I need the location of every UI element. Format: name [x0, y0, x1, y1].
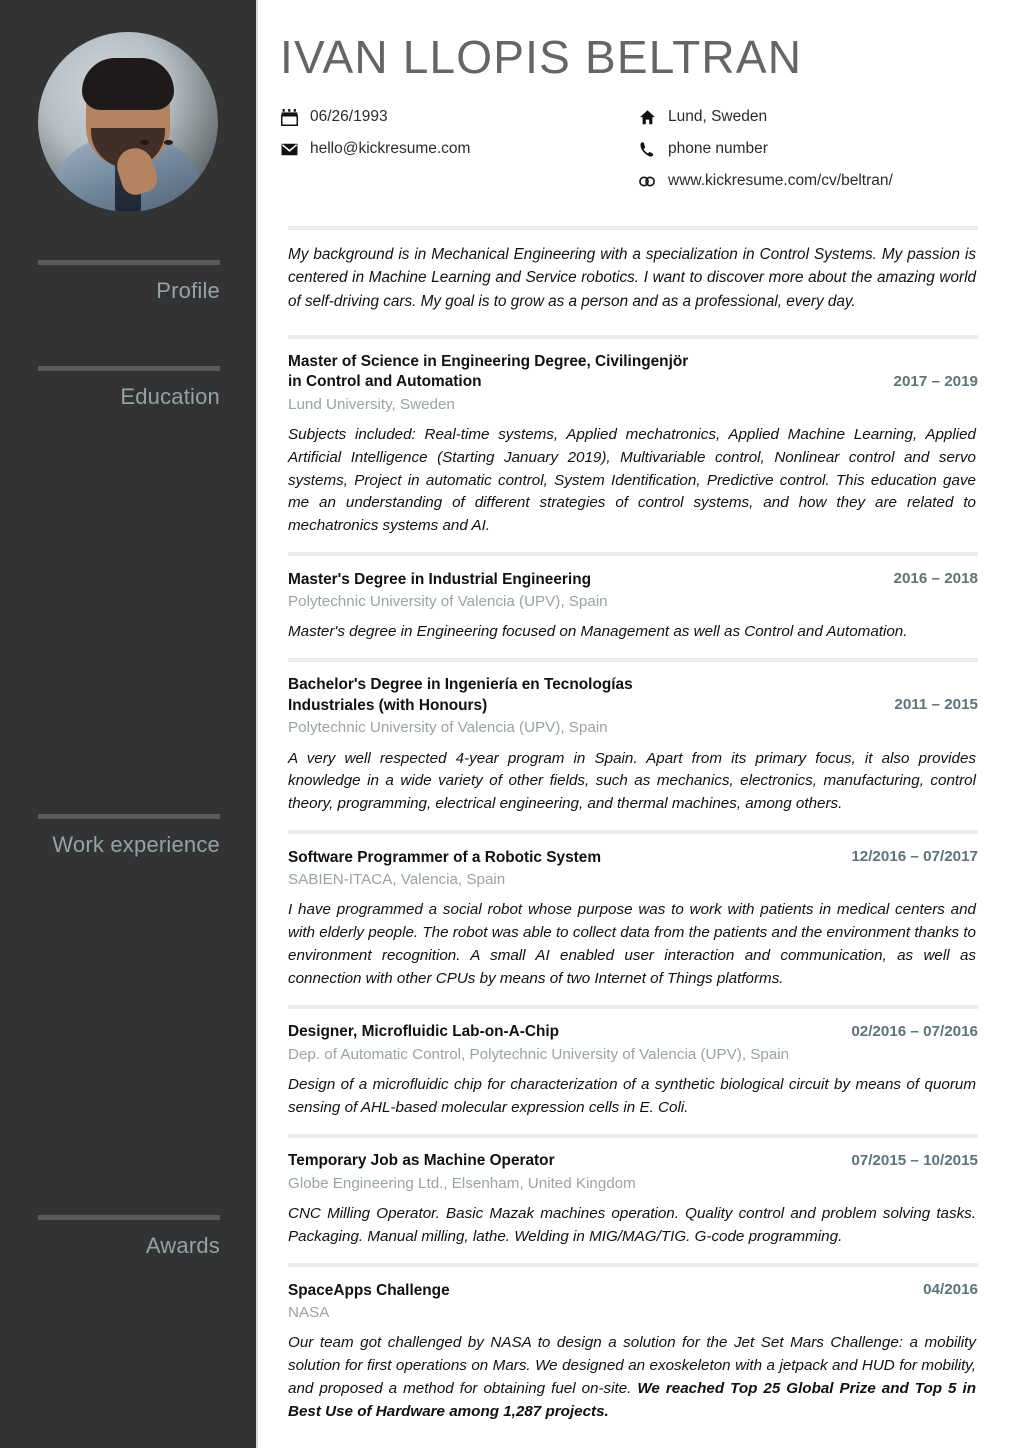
entry-header: Software Programmer of a Robotic System … — [288, 847, 978, 868]
entry-description: I have programmed a social robot whose p… — [288, 901, 976, 987]
contact-website[interactable]: www.kickresume.com/cv/beltran/ — [638, 170, 978, 192]
work-entry: Designer, Microfluidic Lab-on-A-Chip 02/… — [288, 1022, 978, 1120]
photo-hair-shape — [82, 58, 174, 110]
content-blocks: My background is in Mechanical Engineeri… — [280, 226, 978, 1423]
work-entry: Software Programmer of a Robotic System … — [288, 847, 978, 991]
resume-page: Profile Education Work experience Awards… — [0, 0, 1024, 1448]
link-icon — [638, 172, 656, 190]
sidebar-label-work-experience: Work experience — [52, 832, 220, 857]
education-entry: Master's Degree in Industrial Engineerin… — [288, 569, 978, 644]
sidebar-divider — [38, 260, 220, 265]
sidebar: Profile Education Work experience Awards — [0, 0, 258, 1448]
sidebar-section-profile: Profile — [38, 260, 220, 303]
entry-date: 2017 – 2019 — [893, 372, 978, 390]
entry-header: Master of Science in Engineering Degree,… — [288, 352, 978, 393]
envelope-icon — [280, 140, 298, 158]
entry-header: Bachelor's Degree in Ingeniería en Tecno… — [288, 675, 978, 716]
education-entry: Bachelor's Degree in Ingeniería en Tecno… — [288, 675, 978, 816]
home-icon — [638, 108, 656, 126]
section-divider — [288, 1004, 978, 1009]
sidebar-label-awards: Awards — [145, 1233, 220, 1258]
work-entry: Temporary Job as Machine Operator 07/201… — [288, 1151, 978, 1249]
sidebar-divider — [38, 1215, 220, 1220]
entry-header: Temporary Job as Machine Operator 07/201… — [288, 1151, 978, 1172]
contact-birthdate: 06/26/1993 — [280, 106, 638, 128]
entry-title: SpaceApps Challenge — [288, 1281, 450, 1299]
sidebar-section-work-experience: Work experience — [38, 814, 220, 857]
section-divider — [288, 334, 978, 339]
sidebar-label-profile: Profile — [156, 278, 220, 303]
profile-text: My background is in Mechanical Engineeri… — [288, 246, 976, 310]
sidebar-section-education: Education — [38, 366, 220, 409]
entry-header: SpaceApps Challenge 04/2016 — [288, 1280, 978, 1301]
profile-photo — [38, 32, 218, 212]
phone-icon — [638, 140, 656, 158]
entry-subtitle: Globe Engineering Ltd., Elsenham, United… — [288, 1174, 636, 1192]
entry-subtitle: Polytechnic University of Valencia (UPV)… — [288, 593, 608, 611]
sidebar-label-education: Education — [120, 384, 220, 409]
contact-birthdate-value: 06/26/1993 — [310, 107, 388, 125]
photo-eye-right — [164, 140, 173, 145]
entry-header: Master's Degree in Industrial Engineerin… — [288, 569, 978, 590]
entry-description: A very well respected 4-year program in … — [288, 749, 976, 813]
section-education: Master of Science in Engineering Degree,… — [288, 334, 978, 816]
entry-date: 07/2015 – 10/2015 — [851, 1151, 978, 1169]
entry-date: 2016 – 2018 — [893, 569, 978, 587]
entry-subtitle: Polytechnic University of Valencia (UPV)… — [288, 719, 608, 737]
entry-title: Software Programmer of a Robotic System — [288, 848, 602, 866]
entry-date: 12/2016 – 07/2017 — [851, 847, 978, 865]
contact-email[interactable]: hello@kickresume.com — [280, 138, 638, 160]
avatar — [38, 32, 218, 212]
entry-subtitle: Lund University, Sweden — [288, 395, 455, 413]
contact-website-value: www.kickresume.com/cv/beltran/ — [668, 171, 893, 189]
entry-date: 2011 – 2015 — [894, 696, 978, 714]
entry-title: Temporary Job as Machine Operator — [288, 1152, 555, 1170]
entry-title: Bachelor's Degree in Ingeniería en Tecno… — [288, 676, 633, 714]
contact-email-value: hello@kickresume.com — [310, 139, 471, 157]
contact-column-left: 06/26/1993 hello@kickresume.com — [280, 106, 638, 192]
entry-description: Our team got challenged by NASA to desig… — [288, 1332, 978, 1423]
section-divider — [288, 1262, 978, 1267]
section-profile: My background is in Mechanical Engineeri… — [288, 226, 978, 313]
section-divider — [288, 1133, 978, 1138]
section-awards: SpaceApps Challenge 04/2016 NASA Our tea… — [288, 1262, 978, 1424]
section-divider — [288, 551, 978, 556]
entry-title: Designer, Microfluidic Lab-on-A-Chip — [288, 1023, 560, 1041]
entry-subtitle: NASA — [288, 1304, 330, 1322]
entry-description: CNC Milling Operator. Basic Mazak machin… — [288, 1205, 976, 1245]
entry-description: Subjects included: Real-time systems, Ap… — [288, 426, 976, 535]
entry-date: 04/2016 — [923, 1280, 978, 1298]
entry-title: Master of Science in Engineering Degree,… — [288, 352, 689, 391]
calendar-icon — [280, 108, 298, 126]
entry-header: Designer, Microfluidic Lab-on-A-Chip 02/… — [288, 1022, 978, 1043]
entry-title: Master's Degree in Industrial Engineerin… — [288, 570, 591, 588]
sidebar-section-awards: Awards — [38, 1215, 220, 1258]
contact-info: 06/26/1993 hello@kickresume.com Lund, Sw… — [280, 106, 978, 192]
entry-description: Master's degree in Engineering focused o… — [288, 623, 908, 641]
entry-date: 02/2016 – 07/2016 — [851, 1022, 978, 1040]
sidebar-divider — [38, 814, 220, 819]
entry-description: Design of a microfluidic chip for charac… — [288, 1076, 976, 1116]
entry-subtitle: SABIEN-ITACA, Valencia, Spain — [288, 871, 506, 889]
section-divider — [288, 658, 978, 663]
resume-main-content: IVAN LLOPIS BELTRAN 06/26/1993 hello@kic… — [258, 0, 1024, 1448]
entry-subtitle: Dep. of Automatic Control, Polytechnic U… — [288, 1045, 790, 1063]
section-divider — [288, 829, 978, 834]
contact-location: Lund, Sweden — [638, 106, 978, 128]
contact-column-right: Lund, Sweden phone number www.kickresume… — [638, 106, 978, 192]
section-divider — [288, 226, 978, 230]
section-work-experience: Software Programmer of a Robotic System … — [288, 829, 978, 1249]
sidebar-divider — [38, 366, 220, 371]
page-title: IVAN LLOPIS BELTRAN — [280, 31, 803, 83]
contact-phone[interactable]: phone number — [638, 138, 978, 160]
contact-location-value: Lund, Sweden — [668, 107, 768, 125]
award-entry: SpaceApps Challenge 04/2016 NASA Our tea… — [288, 1280, 978, 1424]
education-entry: Master of Science in Engineering Degree,… — [288, 352, 978, 538]
contact-phone-value: phone number — [668, 139, 768, 157]
